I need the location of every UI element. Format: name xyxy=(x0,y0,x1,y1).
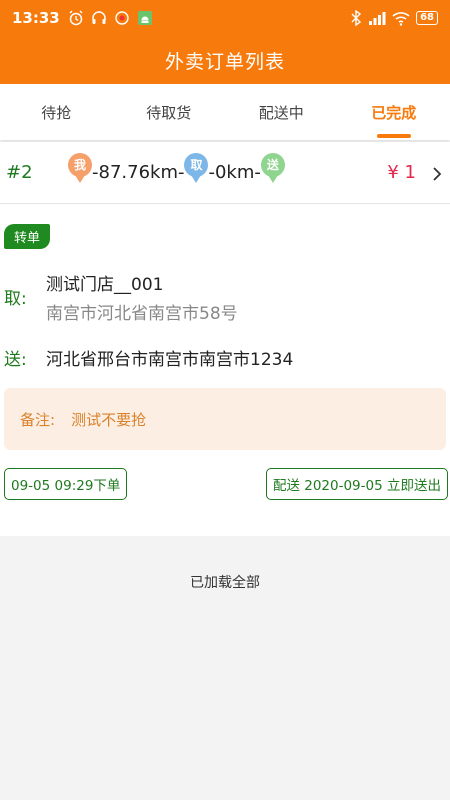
bluetooth-icon xyxy=(350,10,362,26)
transfer-badge: 转单 xyxy=(4,224,51,249)
battery-icon: 68 xyxy=(416,11,438,25)
dropoff-label: 送: xyxy=(4,350,27,370)
pickup-section: 取: 测试门店__001 南宫市河北省南宫市58号 xyxy=(4,270,238,324)
list-footer: 已加载全部 xyxy=(0,536,450,800)
pickup-pin-label: 取 xyxy=(184,152,209,177)
dropoff-section: 送: 河北省邢台市南宫市南宫市1234 xyxy=(4,345,293,370)
headphones-icon xyxy=(91,10,107,26)
tab-pending-pickup[interactable]: 待取货 xyxy=(113,84,226,140)
status-bar: 13:33 68 xyxy=(0,0,450,36)
pickup-store-name: 测试门店__001 xyxy=(46,275,164,295)
tab-completed[interactable]: 已完成 xyxy=(338,84,450,140)
status-time: 13:33 xyxy=(12,9,60,27)
alarm-icon xyxy=(68,10,84,26)
distance-to-pickup: -87.76km- xyxy=(92,162,185,183)
tab-delivering[interactable]: 配送中 xyxy=(225,84,338,140)
page-title: 外卖订单列表 xyxy=(164,50,285,73)
order-price: ¥ 1 xyxy=(387,162,416,183)
wifi-icon xyxy=(392,10,410,26)
remark-label: 备注: xyxy=(20,410,56,429)
order-number: #2 xyxy=(6,162,33,183)
pickup-address: 南宫市河北省南宫市58号 xyxy=(46,304,238,324)
pickup-pin-icon: 取 xyxy=(184,152,209,183)
order-card[interactable]: #2 我 -87.76km- 取 -0km- 送 ¥ 1 转单 取: 测试门店_… xyxy=(0,142,450,536)
notification-icon xyxy=(114,10,130,26)
tab-pending-grab[interactable]: 待抢 xyxy=(0,84,113,140)
signal-icon xyxy=(368,10,386,26)
delivery-time-chip: 配送 2020-09-05 立即送出 xyxy=(265,468,448,500)
tab-bar: 待抢 待取货 配送中 已完成 xyxy=(0,84,450,140)
distance-to-dropoff: -0km- xyxy=(208,162,261,183)
dropoff-address: 河北省邢台市南宫市南宫市1234 xyxy=(46,350,294,370)
dropoff-pin-icon: 送 xyxy=(260,152,285,183)
android-icon xyxy=(137,10,153,26)
dropoff-pin-label: 送 xyxy=(260,152,285,177)
chevron-right-icon[interactable] xyxy=(430,166,444,181)
route-summary: 我 -87.76km- 取 -0km- 送 xyxy=(68,152,285,183)
pickup-label: 取: xyxy=(4,289,27,309)
order-route-row[interactable]: #2 我 -87.76km- 取 -0km- 送 ¥ 1 xyxy=(0,142,450,204)
me-pin-label: 我 xyxy=(68,152,92,177)
all-loaded-text: 已加载全部 xyxy=(190,575,260,591)
app-bar: 外卖订单列表 xyxy=(0,36,450,84)
order-time-chip: 09-05 09:29下单 xyxy=(4,468,128,500)
remark-box: 备注: 测试不要抢 xyxy=(4,388,446,450)
remark-value: 测试不要抢 xyxy=(71,410,147,429)
me-pin-icon: 我 xyxy=(68,152,92,183)
